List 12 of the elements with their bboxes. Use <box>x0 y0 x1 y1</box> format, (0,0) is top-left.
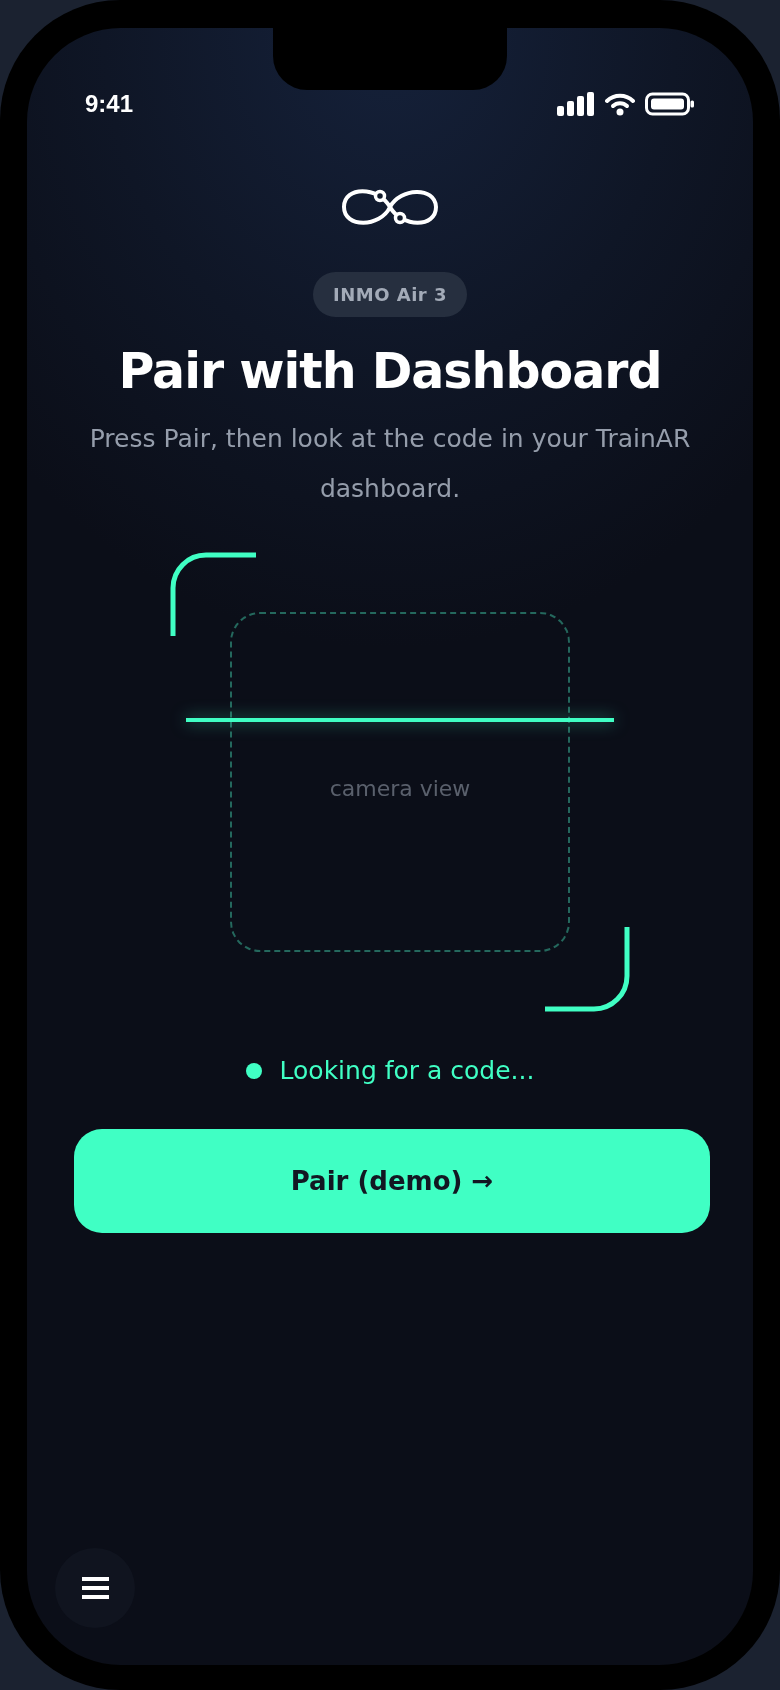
status-time: 9:41 <box>85 90 134 118</box>
wifi-icon <box>605 92 635 116</box>
battery-icon <box>645 92 695 116</box>
instruction-text: Press Pair, then look at the code in your TrainAR dashboard. <box>88 423 692 505</box>
status-dot <box>245 1062 262 1079</box>
status-text: Looking for a code... <box>279 1056 535 1085</box>
camera-label: camera view <box>329 776 471 803</box>
device-badge: INMO Air 3 <box>313 272 467 317</box>
menu-icon <box>81 1577 109 1599</box>
signal-icon <box>557 92 595 116</box>
pair-button[interactable]: Pair (demo) → <box>74 1129 710 1233</box>
page-title: Pair with Dashboard <box>118 343 662 400</box>
